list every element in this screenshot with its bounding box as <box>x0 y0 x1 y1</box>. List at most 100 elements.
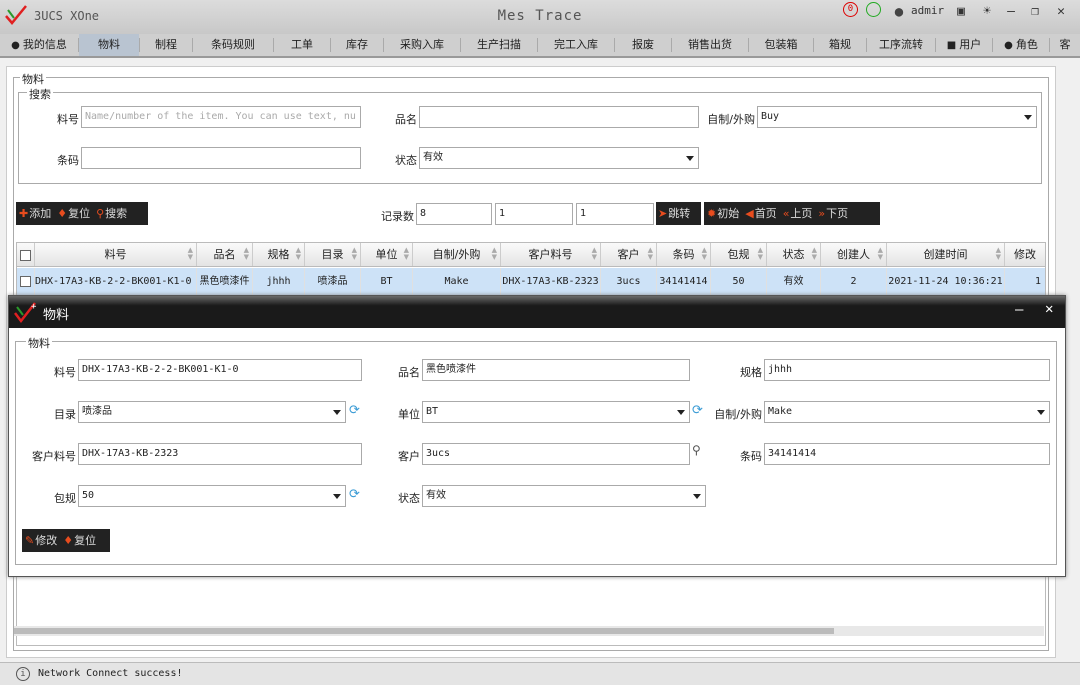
first-page-button[interactable]: ◀首页 <box>742 202 779 225</box>
page-number-input[interactable]: 1 <box>495 203 573 225</box>
dlg-state-select[interactable]: 有效 <box>422 485 706 507</box>
catalog-refresh-icon[interactable]: ⟳ <box>349 404 363 418</box>
row-checkbox[interactable] <box>20 275 31 287</box>
search-button[interactable]: ⚲搜索 <box>93 202 130 225</box>
header-catalog[interactable]: 目录 ▲ ▼ <box>305 243 361 266</box>
dlg-product-name-input[interactable]: 黑色喷漆件 <box>422 359 690 381</box>
header-modifier[interactable]: 修改 <box>1005 243 1045 266</box>
nav-roles[interactable]: ● 角色 <box>993 34 1049 56</box>
dlg-spec-label: 规格 <box>740 366 762 379</box>
cell-state: 有效 <box>767 268 821 295</box>
header-pack-spec[interactable]: 包规 ▲ ▼ <box>711 243 767 266</box>
user-icon: ● <box>11 40 20 51</box>
header-created-time[interactable]: 创建时间 ▲ ▼ <box>887 243 1005 266</box>
status-bar: i Network Connect success! <box>0 662 1080 685</box>
nav-users[interactable]: ■ 用户 <box>936 34 992 56</box>
nav-my-info[interactable]: ● 我的信息 <box>0 34 78 56</box>
unit-refresh-icon[interactable]: ⟳ <box>692 404 706 418</box>
nav-inventory[interactable]: 库存 <box>331 34 383 56</box>
jump-button[interactable]: ➤跳转 <box>656 202 701 225</box>
nav-finish-in[interactable]: 完工入库 <box>538 34 614 56</box>
dlg-customer-label: 客户 <box>398 450 420 463</box>
header-spec[interactable]: 规格 ▲ ▼ <box>253 243 305 266</box>
nav-customer[interactable]: 客 <box>1050 34 1080 56</box>
action-toolbar: ✚添加 ♦复位 ⚲搜索 <box>16 202 148 225</box>
gear-icon: ✹ <box>707 207 717 220</box>
nav-work-order[interactable]: 工单 <box>274 34 330 56</box>
header-state[interactable]: 状态 ▲ ▼ <box>767 243 821 266</box>
pager-toolbar: ✹初始 ◀首页 «上页 »下页 <box>704 202 880 225</box>
pack-refresh-icon[interactable]: ⟳ <box>349 488 363 502</box>
header-part-number[interactable]: 料号 ▲ ▼ <box>35 243 197 266</box>
header-customer-part[interactable]: 客户料号 ▲ ▼ <box>501 243 601 266</box>
part-number-input[interactable]: Name/number of the item. You can use tex… <box>81 106 361 128</box>
header-creator[interactable]: 创建人 ▲ ▼ <box>821 243 887 266</box>
dlg-part-number-input[interactable]: DHX-17A3-KB-2-2-BK001-K1-0 <box>78 359 362 381</box>
restore-icon[interactable]: ❐ <box>1026 3 1044 21</box>
barcode-input[interactable] <box>81 147 361 169</box>
sort-icon: ▲ ▼ <box>591 246 597 261</box>
table-row[interactable]: DHX-17A3-KB-2-2-BK001-K1-0 黑色喷漆件 jhhh 喷漆… <box>17 268 1045 295</box>
customer-search-icon[interactable]: ⚲ <box>692 443 701 457</box>
cell-customer: 3ucs <box>601 268 657 295</box>
prev-page-button[interactable]: «上页 <box>780 202 816 225</box>
dialog-minimize-icon[interactable]: – <box>1015 302 1023 318</box>
nav-sales-out[interactable]: 销售出货 <box>672 34 748 56</box>
header-customer[interactable]: 客户 ▲ ▼ <box>601 243 657 266</box>
alert-badge[interactable]: 0 <box>843 2 858 17</box>
dialog-title: 物料 <box>43 308 70 323</box>
horizontal-scrollbar[interactable] <box>14 626 1044 636</box>
sort-icon: ▲ ▼ <box>351 246 357 261</box>
dlg-customer-part-input[interactable]: DHX-17A3-KB-2323 <box>78 443 362 465</box>
plus-icon: ✚ <box>19 207 29 220</box>
row-select[interactable] <box>17 268 35 295</box>
main-nav: ● 我的信息 物料 制程 条码规则 工单 库存 采购入库 生产扫描 完工入库 报废 销售出货 包装箱 箱规… <box>0 34 1080 58</box>
dlg-make-buy-select[interactable]: Make <box>764 401 1050 423</box>
scrollbar-thumb[interactable] <box>14 628 834 634</box>
nav-process-flow[interactable]: 工序流转 <box>867 34 935 56</box>
dlg-spec-input[interactable]: jhhh <box>764 359 1050 381</box>
nav-box-spec[interactable]: 箱规 <box>814 34 866 56</box>
header-product-name[interactable]: 品名 ▲ ▼ <box>197 243 253 266</box>
role-icon: ● <box>1004 40 1013 51</box>
dialog-close-icon[interactable]: ✕ <box>1045 301 1053 317</box>
shirt-icon[interactable]: ☀ <box>978 3 996 21</box>
dlg-pack-spec-select[interactable]: 50 <box>78 485 346 507</box>
nav-purchase-in[interactable]: 采购入库 <box>384 34 460 56</box>
sort-icon: ▲ ▼ <box>811 246 817 261</box>
reset-button[interactable]: ♦复位 <box>54 202 93 225</box>
nav-barcode-rule[interactable]: 条码规则 <box>193 34 273 56</box>
eraser-icon: ♦ <box>63 534 74 547</box>
dlg-catalog-select[interactable]: 喷漆品 <box>78 401 346 423</box>
nav-scrap[interactable]: 报废 <box>615 34 671 56</box>
product-name-input[interactable] <box>419 106 699 128</box>
nav-package-box[interactable]: 包装箱 <box>749 34 813 56</box>
header-barcode[interactable]: 条码 ▲ ▼ <box>657 243 711 266</box>
header-select-all[interactable] <box>17 243 35 266</box>
search-group-title: 搜索 <box>27 86 53 102</box>
init-button[interactable]: ✹初始 <box>704 202 742 225</box>
dlg-unit-select[interactable]: BT <box>422 401 690 423</box>
user-name[interactable]: admir <box>911 4 944 17</box>
minimize-icon[interactable]: – <box>1002 3 1020 21</box>
nav-production-scan[interactable]: 生产扫描 <box>461 34 537 56</box>
avatar[interactable]: ● <box>890 3 908 21</box>
nav-material[interactable]: 物料 <box>79 34 139 56</box>
header-make-buy[interactable]: 自制/外购 ▲ ▼ <box>413 243 501 266</box>
nav-process[interactable]: 制程 <box>140 34 192 56</box>
dialog-title-bar[interactable]: + 物料 – ✕ <box>9 296 1065 328</box>
make-buy-select[interactable]: Buy <box>757 106 1037 128</box>
dlg-barcode-input[interactable]: 34141414 <box>764 443 1050 465</box>
screen-icon[interactable]: ▣ <box>952 3 970 21</box>
select-all-checkbox[interactable] <box>20 249 31 261</box>
dlg-customer-input[interactable]: 3ucs <box>422 443 690 465</box>
state-select[interactable]: 有效 <box>419 147 699 169</box>
status-ok-icon[interactable] <box>866 2 881 17</box>
dlg-catalog-label: 目录 <box>54 408 76 421</box>
edit-button[interactable]: ✎修改 <box>22 529 60 552</box>
next-page-button[interactable]: »下页 <box>815 202 851 225</box>
add-button[interactable]: ✚添加 <box>16 202 54 225</box>
dialog-reset-button[interactable]: ♦复位 <box>60 529 99 552</box>
close-icon[interactable]: ✕ <box>1052 3 1070 21</box>
header-unit[interactable]: 单位 ▲ ▼ <box>361 243 413 266</box>
